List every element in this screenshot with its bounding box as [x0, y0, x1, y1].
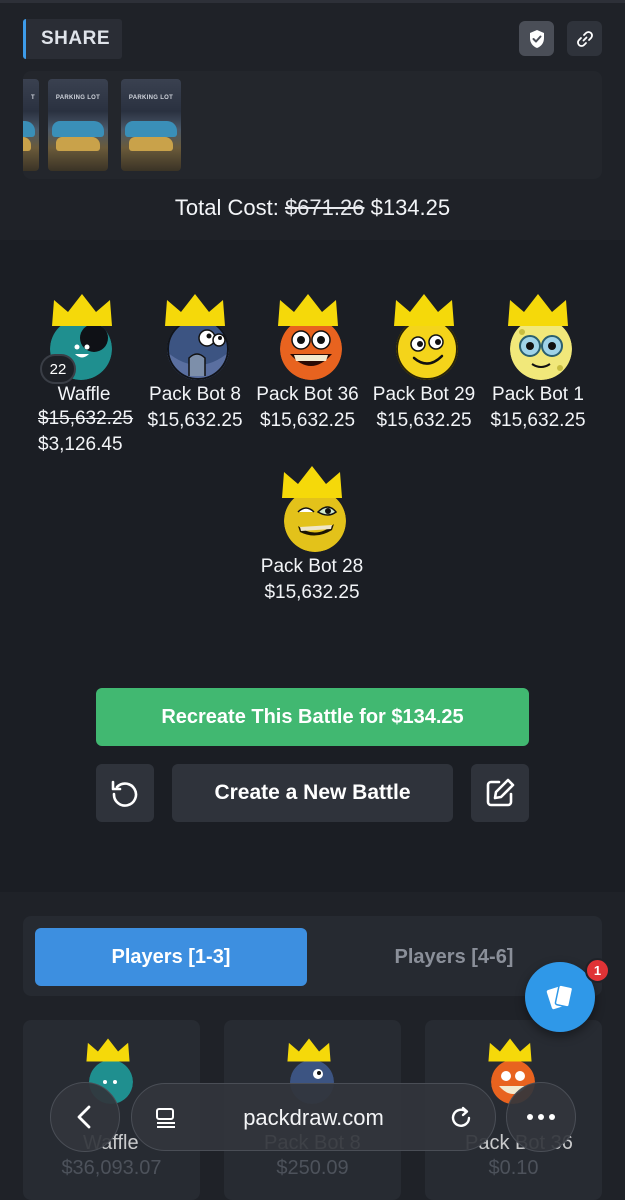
recreate-battle-button[interactable]: Recreate This Battle for $134.25 — [96, 688, 529, 746]
pack-label: PARKING LOT — [55, 95, 101, 101]
crown-icon — [394, 294, 454, 326]
player-name: Pack Bot 28 — [260, 556, 364, 577]
address-bar[interactable]: packdraw.com — [131, 1083, 496, 1151]
players-tabs: Players [1-3] Players [4-6] — [23, 916, 602, 996]
total-cost-label: Total Cost: — [174, 195, 279, 220]
player-pack-bot-28[interactable]: Pack Bot 28 $15,632.25 — [256, 464, 368, 604]
battle-header-panel: SHARE T PARKING LOT PARKING LOT Total Co… — [0, 0, 625, 240]
crown-icon — [277, 294, 338, 326]
crown-icon — [86, 1038, 130, 1062]
cards-icon — [546, 984, 574, 1010]
reload-icon[interactable] — [449, 1105, 475, 1131]
url-text: packdraw.com — [243, 1105, 384, 1130]
create-new-battle-button[interactable]: Create a New Battle — [172, 764, 453, 822]
player-waffle[interactable]: 22 Waffle $15,632.25 $3,126.45 — [38, 292, 136, 456]
player-original-value: $15,632.25 — [38, 408, 134, 429]
player-value: $15,632.25 — [264, 582, 360, 603]
replay-button[interactable] — [96, 764, 154, 822]
more-dots-icon — [527, 1114, 555, 1120]
player-pack-bot-1[interactable]: Pack Bot 1 $15,632.25 — [488, 292, 588, 432]
player-name: Pack Bot 29 — [372, 384, 476, 405]
player-name: Pack Bot 8 — [149, 384, 241, 405]
player-card-value: $0.10 — [488, 1157, 539, 1179]
pack-label: T — [31, 95, 35, 101]
player-name: Pack Bot 36 — [256, 384, 359, 405]
player-value: $15,632.25 — [147, 410, 243, 431]
player-pack-bot-8[interactable]: Pack Bot 8 $15,632.25 — [146, 292, 244, 432]
edit-icon — [486, 778, 515, 807]
pack-label: PARKING LOT — [128, 95, 174, 101]
recreate-battle-label: Recreate This Battle for $134.25 — [161, 705, 464, 728]
pack-thumbnail[interactable]: PARKING LOT — [121, 79, 181, 171]
crown-icon — [287, 1038, 331, 1062]
notification-badge: 1 — [585, 958, 610, 983]
pack-thumbnail[interactable]: T — [23, 79, 39, 171]
crown-icon — [52, 294, 112, 326]
pack-thumbnail[interactable]: PARKING LOT — [48, 79, 108, 171]
chevron-left-icon — [77, 1105, 91, 1129]
player-name: Waffle — [57, 384, 111, 405]
crown-icon — [488, 1038, 532, 1062]
player-value: $3,126.45 — [38, 434, 123, 455]
fairness-button[interactable] — [519, 21, 554, 56]
total-cost-discounted: $134.25 — [370, 195, 451, 220]
player-pack-bot-36[interactable]: Pack Bot 36 $15,632.25 — [255, 292, 360, 432]
share-tab[interactable]: SHARE — [23, 19, 122, 59]
replay-icon — [111, 780, 138, 807]
player-card-value: $250.09 — [276, 1157, 349, 1179]
crown-icon — [165, 294, 225, 326]
copy-link-button[interactable] — [567, 21, 602, 56]
create-new-battle-label: Create a New Battle — [214, 781, 411, 804]
crown-icon — [508, 294, 568, 326]
crown-icon — [282, 466, 342, 498]
edit-battle-button[interactable] — [471, 764, 529, 822]
level-badge: 22 — [40, 354, 76, 384]
tab-label: Players [1-3] — [111, 945, 231, 968]
total-cost: Total Cost: $671.26 $134.25 — [0, 195, 625, 221]
tab-label: Players [4-6] — [394, 945, 514, 968]
shield-check-icon — [529, 29, 544, 48]
players-results-panel: Players [1-3] Players [4-6] Waffle $36,0… — [0, 892, 625, 1200]
total-cost-original: $671.26 — [284, 195, 365, 220]
link-icon — [576, 30, 593, 47]
player-value: $15,632.25 — [490, 410, 586, 431]
tab-players-1-3[interactable]: Players [1-3] — [35, 928, 307, 986]
player-pack-bot-29[interactable]: Pack Bot 29 $15,632.25 — [370, 292, 478, 432]
browser-back-button[interactable] — [50, 1082, 120, 1152]
packs-strip: T PARKING LOT PARKING LOT — [23, 71, 602, 179]
player-value: $15,632.25 — [259, 410, 356, 431]
player-card-value: $36,093.07 — [61, 1157, 162, 1179]
share-label: SHARE — [41, 28, 111, 49]
player-value: $15,632.25 — [376, 410, 472, 431]
browser-more-button[interactable] — [506, 1082, 576, 1152]
player-name: Pack Bot 1 — [492, 384, 584, 405]
